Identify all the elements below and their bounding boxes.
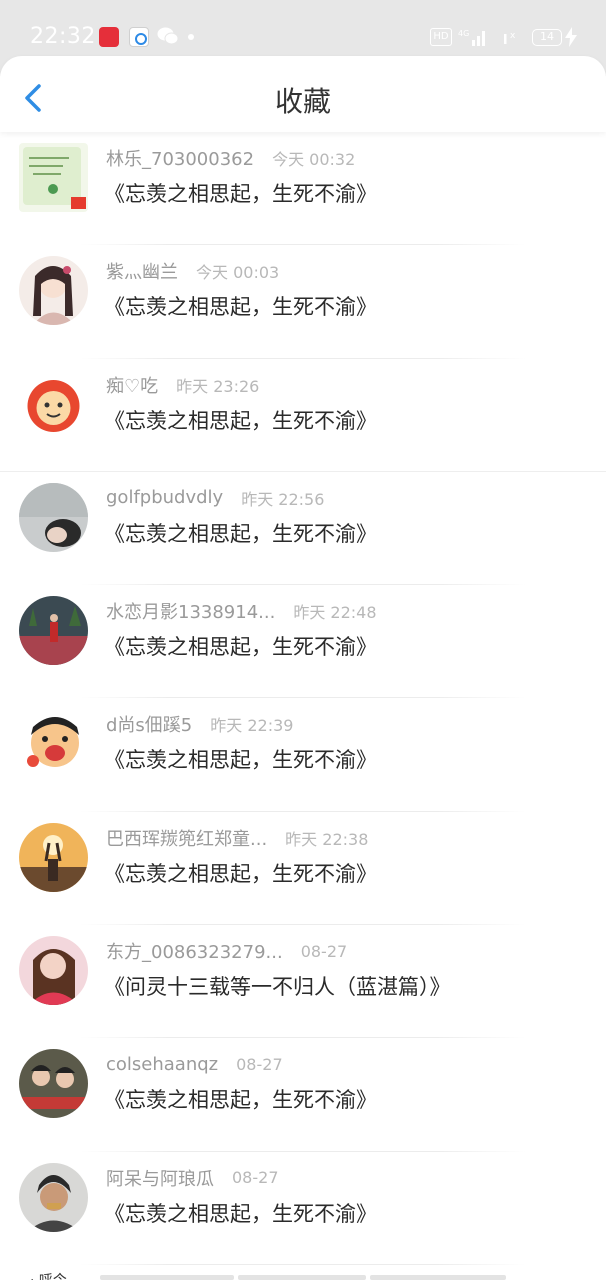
peek-bar (370, 1275, 506, 1280)
list-item[interactable]: golfpbudvdly 昨天 22:56 《忘羡之相思起，生死不渝》 (0, 472, 606, 586)
post-time: 今天 00:32 (272, 150, 356, 169)
page-title: 收藏 (274, 85, 331, 118)
peek-bar (238, 1275, 366, 1280)
signal-4g-icon: 4G (458, 29, 485, 46)
wechat-icon (157, 27, 179, 45)
user-name: 东方_0086323279... (106, 942, 283, 964)
list-item[interactable]: 巴西珲羰篼红郑童... 昨天 22:38 《忘羡之相思起，生死不渝》 (0, 812, 606, 926)
avatar[interactable] (19, 369, 88, 439)
signal-sim2-icon: x (504, 31, 516, 44)
list-item[interactable]: d尚s佃蹊5 昨天 22:39 《忘羡之相思起，生死不渝》 (0, 698, 606, 812)
charging-icon (565, 27, 577, 47)
post-time: 昨天 22:48 (293, 603, 377, 623)
notification-app-icon (129, 27, 149, 47)
user-name: golfpbudvdly (106, 487, 224, 509)
list-item[interactable]: 林乐_703000362 今天 00:32 《忘羡之相思起，生死不渝》 (0, 132, 606, 246)
status-time: 22:32 (30, 24, 96, 49)
book-title[interactable]: 《忘羡之相思起，生死不渝》 (104, 291, 377, 321)
notification-app-icon (99, 27, 119, 47)
header-bar: 收藏 (0, 56, 606, 132)
svg-text:4G: 4G (458, 29, 469, 38)
favorites-list: 林乐_703000362 今天 00:32 《忘羡之相思起，生死不渝》 紫灬幽兰… (0, 132, 606, 1265)
book-title[interactable]: 《忘羡之相思起，生死不渝》 (104, 858, 377, 888)
user-name: 林乐_703000362 (106, 149, 255, 170)
user-name: 阿呆与阿琅瓜 (106, 1168, 214, 1190)
list-item[interactable]: 阿呆与阿琅瓜 08-27 《忘羡之相思起，生死不渝》 (0, 1152, 606, 1265)
avatar[interactable] (19, 482, 88, 552)
post-time: 08-27 (236, 1054, 283, 1074)
post-time: 昨天 22:56 (241, 489, 325, 509)
post-time: 昨天 22:38 (285, 829, 369, 849)
book-title[interactable]: 《忘羡之相思起，生死不渝》 (104, 405, 377, 435)
book-title[interactable]: 《忘羡之相思起，生死不渝》 (104, 518, 377, 548)
more-notifications-dot-icon (188, 34, 194, 40)
hd-icon: HD (430, 28, 452, 46)
battery-icon: 14 (532, 29, 562, 46)
list-item[interactable]: 紫灬幽兰 今天 00:03 《忘羡之相思起，生死不渝》 (0, 245, 606, 359)
post-time: 08-27 (232, 1168, 279, 1188)
avatar[interactable] (19, 1162, 88, 1232)
list-item[interactable]: colsehaanqz 08-27 《忘羡之相思起，生死不渝》 (0, 1038, 606, 1152)
avatar[interactable] (19, 596, 88, 666)
user-name: d尚s佃蹊5 (106, 715, 193, 737)
user-name: 痴♡吃 (106, 375, 159, 397)
avatar[interactable] (19, 143, 88, 212)
list-item[interactable]: 痴♡吃 昨天 23:26 《忘羡之相思起，生死不渝》 (0, 359, 606, 472)
book-title[interactable]: 《忘羡之相思起，生死不渝》 (104, 744, 377, 774)
svg-text:x: x (510, 31, 516, 41)
list-item[interactable]: 东方_0086323279... 08-27 《问灵十三载等一不归人（蓝湛篇）》 (0, 925, 606, 1039)
user-name: 紫灬幽兰 (106, 262, 178, 284)
post-time: 08-27 (300, 941, 348, 961)
list-item[interactable]: 水恋月影1338914... 昨天 22:48 《忘羡之相思起，生死不渝》 (0, 585, 606, 699)
peek-label: · 呼今 (30, 1270, 67, 1280)
book-title[interactable]: 《忘羡之相思起，生死不渝》 (104, 178, 377, 208)
book-title[interactable]: 《忘羡之相思起，生死不渝》 (104, 631, 377, 661)
book-title[interactable]: 《忘羡之相思起，生死不渝》 (104, 1198, 377, 1228)
post-time: 昨天 22:39 (210, 716, 294, 736)
user-name: 巴西珲羰篼红郑童... (106, 828, 268, 850)
book-title[interactable]: 《忘羡之相思起，生死不渝》 (104, 1084, 377, 1114)
peek-bar (100, 1275, 234, 1280)
avatar[interactable] (19, 1049, 88, 1119)
post-time: 昨天 23:26 (176, 376, 260, 396)
user-name: colsehaanqz (106, 1053, 219, 1075)
post-time: 今天 00:03 (196, 263, 280, 283)
next-list-item-peek: · 呼今 (0, 1264, 606, 1280)
avatar[interactable] (19, 256, 88, 326)
avatar[interactable] (19, 936, 88, 1006)
avatar[interactable] (19, 709, 88, 779)
book-title[interactable]: 《问灵十三载等一不归人（蓝湛篇）》 (104, 971, 451, 1001)
avatar[interactable] (19, 822, 88, 892)
user-name: 水恋月影1338914... (106, 602, 276, 624)
